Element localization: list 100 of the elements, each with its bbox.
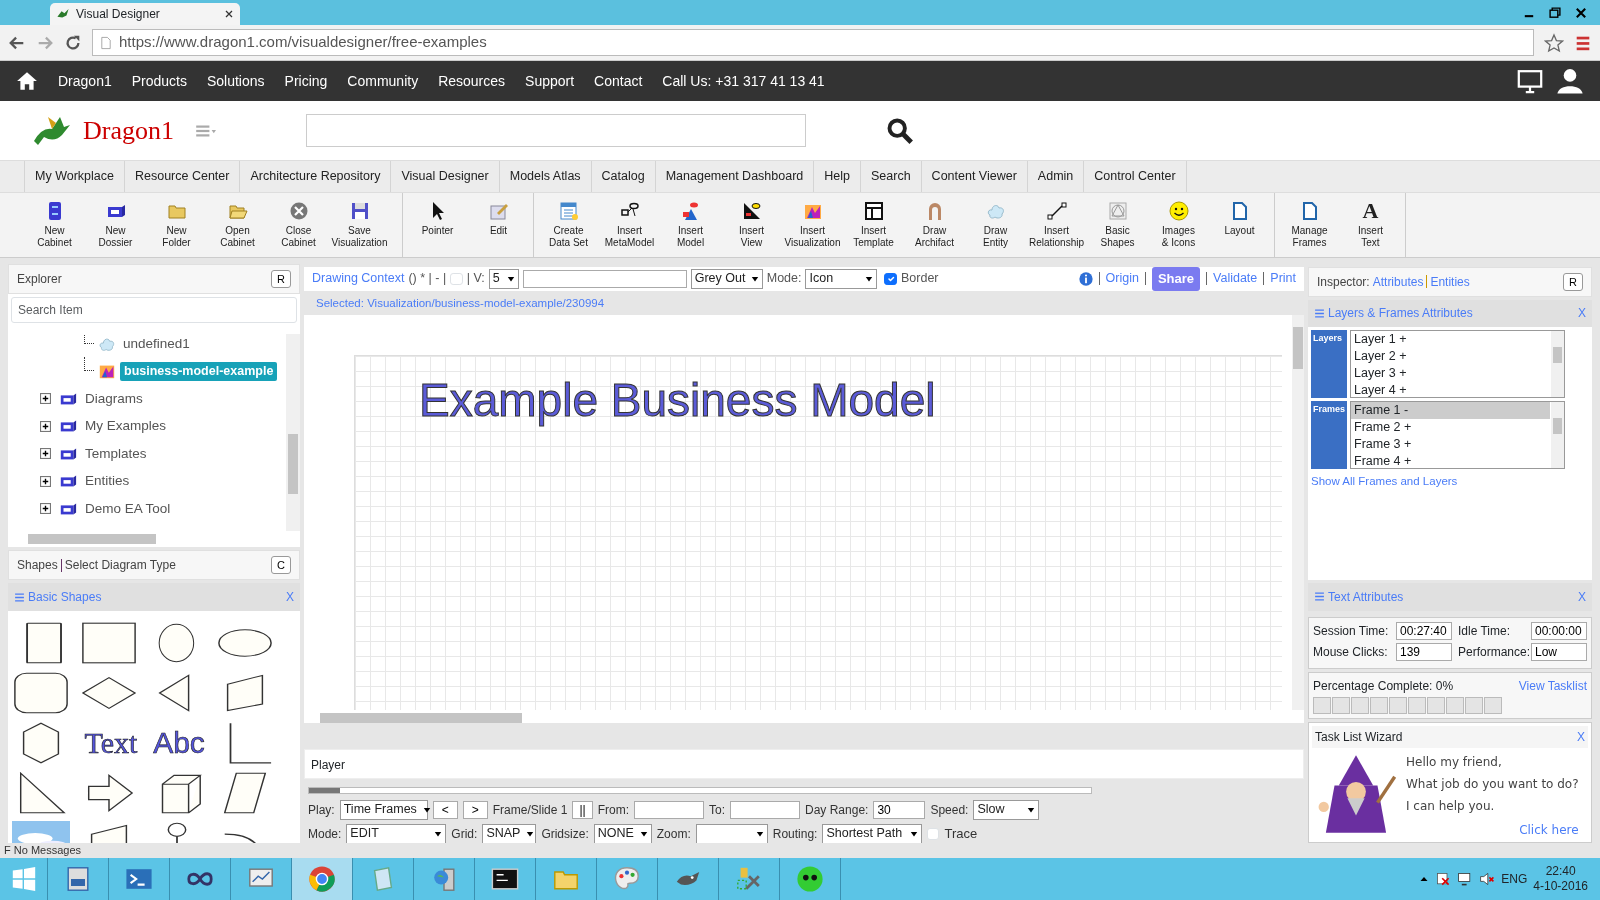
clear-button[interactable]: C: [271, 556, 291, 574]
date-field[interactable]: [634, 800, 704, 819]
reset-button[interactable]: R: [1563, 272, 1583, 291]
restore-icon[interactable]: [1548, 5, 1562, 20]
nav-link[interactable]: Dragon1: [58, 70, 112, 92]
toolbar-button[interactable]: Images & Icons: [1148, 193, 1209, 257]
click-here-link[interactable]: Click here: [1406, 818, 1579, 841]
stat-field[interactable]: 00:27:40: [1396, 621, 1452, 640]
clock-time[interactable]: 22:40: [1533, 864, 1588, 879]
menu-tab[interactable]: Control Center: [1084, 161, 1187, 192]
reset-button[interactable]: R: [271, 270, 291, 288]
toolbar-link[interactable]: Validate: [1213, 269, 1258, 289]
drawing-canvas[interactable]: Example Business Model: [354, 354, 1282, 710]
menu-tab[interactable]: My Workplace: [24, 161, 125, 192]
monitor-icon[interactable]: [1516, 67, 1544, 95]
day-range-field[interactable]: 30: [873, 800, 926, 819]
list-item[interactable]: Frame 2 +: [1351, 419, 1550, 437]
text-shape[interactable]: Abc: [148, 721, 210, 765]
search-icon[interactable]: [886, 116, 914, 145]
speaker-muted-icon[interactable]: [1479, 871, 1496, 887]
menu-tab[interactable]: Resource Center: [124, 161, 241, 192]
toolbar-button[interactable]: Insert Model: [660, 193, 721, 257]
dropdown[interactable]: 5: [488, 268, 519, 289]
toolbar-button[interactable]: Basic Shapes: [1087, 193, 1148, 257]
menu-tab[interactable]: Catalog: [591, 161, 656, 192]
toolbar-button[interactable]: Layout: [1209, 193, 1270, 257]
address-bar[interactable]: https://www.dragon1.com/visualdesigner/free-examples: [92, 29, 1534, 56]
menu-tab[interactable]: Models Atlas: [499, 161, 592, 192]
info-icon[interactable]: [1078, 271, 1093, 286]
toolbar-button[interactable]: Insert Visualization: [782, 193, 843, 257]
search-field[interactable]: [306, 114, 806, 147]
browser-tab[interactable]: Visual Designer: [50, 3, 240, 25]
toolbar-button[interactable]: Insert MetaModel: [599, 193, 660, 257]
toolbar-button[interactable]: Manage Frames: [1279, 193, 1340, 257]
toolbar-link[interactable]: Origin: [1105, 269, 1139, 289]
toolbar-button[interactable]: New Folder: [146, 193, 207, 257]
nav-link[interactable]: Community: [347, 70, 419, 92]
close-button[interactable]: X: [1577, 727, 1585, 746]
show-all-link[interactable]: Show All Frames and Layers: [1311, 475, 1458, 488]
scrollbar[interactable]: [28, 534, 156, 544]
dropdown[interactable]: [695, 823, 768, 844]
scrollbar[interactable]: [320, 712, 522, 723]
toolbar-button[interactable]: Save Visualization: [329, 193, 390, 257]
toolbar-button[interactable]: Draw Archifact: [904, 193, 965, 257]
toolbar-button[interactable]: New Cabinet: [24, 193, 85, 257]
menu-icon[interactable]: [14, 591, 25, 603]
scrollbar[interactable]: [1292, 314, 1304, 710]
toolbar-link[interactable]: Print: [1270, 269, 1296, 289]
nav-link[interactable]: Solutions: [206, 70, 265, 92]
toolbar-button[interactable]: Insert Relationship: [1026, 193, 1087, 257]
toolbar-button[interactable]: Pointer: [407, 193, 468, 257]
toolbar-button[interactable]: A Insert Text: [1340, 193, 1401, 257]
tree-item[interactable]: Diagrams: [85, 388, 143, 409]
menu-tab[interactable]: Help: [814, 161, 861, 192]
user-icon[interactable]: [1556, 67, 1584, 95]
toolbar-button[interactable]: Insert Template: [843, 193, 904, 257]
list-item[interactable]: Frame 4 +: [1351, 453, 1550, 471]
tree-item[interactable]: My Examples: [85, 416, 167, 437]
nav-link[interactable]: Pricing: [284, 70, 328, 92]
nav-link[interactable]: Support: [525, 70, 575, 92]
dropdown[interactable]: SNAP: [482, 823, 537, 844]
clock-date[interactable]: 4-10-2016: [1533, 879, 1588, 894]
previous-button[interactable]: <: [432, 800, 458, 819]
stat-field[interactable]: Low: [1531, 642, 1587, 661]
menu-icon[interactable]: [1314, 591, 1325, 603]
expand-icon[interactable]: [40, 448, 51, 460]
stat-field[interactable]: 00:00:00: [1531, 621, 1587, 640]
close-icon[interactable]: [224, 9, 234, 19]
scrollbar[interactable]: [286, 334, 300, 531]
menu-tab[interactable]: Visual Designer: [391, 161, 500, 192]
nav-link[interactable]: Products: [131, 70, 187, 92]
dropdown[interactable]: Shortest Path: [822, 823, 923, 844]
list-item[interactable]: Layer 4 +: [1351, 382, 1550, 400]
text-shape[interactable]: Text: [80, 721, 142, 765]
tree-item[interactable]: Demo EA Tool: [85, 498, 171, 519]
stat-field[interactable]: 139: [1396, 642, 1452, 661]
toolbar-button[interactable]: Draw Entity: [965, 193, 1026, 257]
inspector-tab[interactable]: Attributes: [1372, 272, 1424, 291]
toolbar-button[interactable]: Edit: [468, 193, 529, 257]
menu-tab[interactable]: Admin: [1027, 161, 1085, 192]
expand-icon[interactable]: [40, 393, 51, 405]
toolbar-button[interactable]: Insert View: [721, 193, 782, 257]
rectangle-shape[interactable]: [80, 621, 138, 665]
list-item[interactable]: Layer 2 +: [1351, 348, 1550, 366]
list-item[interactable]: Layer 3 +: [1351, 365, 1550, 383]
drawing-context-link[interactable]: Drawing Context: [312, 269, 405, 289]
search-field[interactable]: Search Item: [11, 297, 297, 323]
expand-icon[interactable]: [40, 503, 51, 515]
tree-item[interactable]: undefined1: [120, 334, 193, 354]
menu-tab[interactable]: Architecture Repository: [240, 161, 392, 192]
next-button[interactable]: >: [462, 800, 488, 819]
tree-item[interactable]: Templates: [85, 443, 147, 464]
home-icon[interactable]: [16, 70, 38, 92]
share-button[interactable]: Share: [1151, 267, 1201, 291]
menu-tab[interactable]: Search: [861, 161, 922, 192]
menu-tab[interactable]: Content Viewer: [921, 161, 1028, 192]
dropdown[interactable]: Slow: [973, 799, 1040, 820]
browser-circle-icon[interactable]: [308, 865, 336, 893]
reload-icon[interactable]: [64, 33, 82, 52]
language-indicator[interactable]: ENG: [1501, 870, 1528, 888]
